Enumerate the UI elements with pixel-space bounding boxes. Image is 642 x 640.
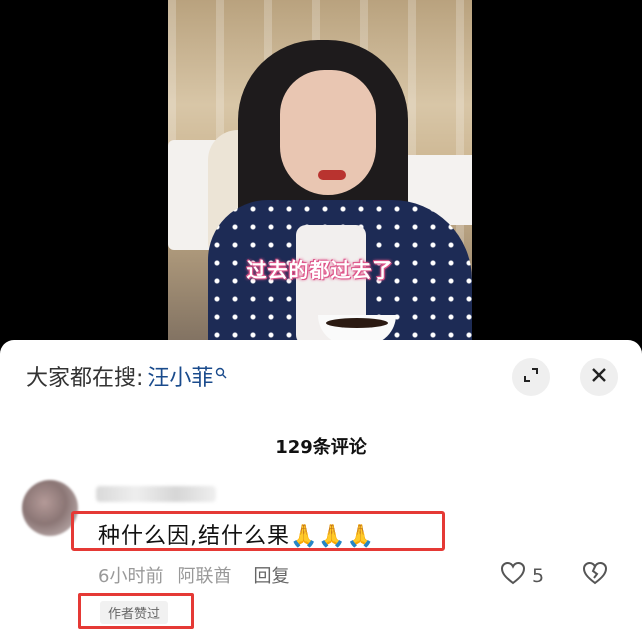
- heart-icon: [500, 561, 526, 590]
- avatar[interactable]: [22, 480, 78, 536]
- comment-time: 6小时前: [98, 566, 164, 587]
- close-icon: [590, 366, 608, 388]
- search-suggestion[interactable]: 大家都在搜: 汪小菲: [26, 360, 227, 392]
- video-frame: 过去的都过去了: [168, 0, 472, 350]
- person-lips: [318, 170, 346, 180]
- author-liked-badge: 作者赞过: [100, 601, 169, 624]
- like-count: 5: [532, 564, 545, 587]
- comment-text: 种什么因,结什么果🙏🙏🙏: [98, 524, 376, 549]
- video-player[interactable]: 过去的都过去了: [0, 0, 642, 350]
- search-icon: [215, 360, 227, 385]
- search-term-link[interactable]: 汪小菲: [147, 360, 213, 392]
- broken-heart-icon: [582, 561, 608, 589]
- comment-location: 阿联酋: [177, 566, 232, 587]
- comments-panel: 大家都在搜: 汪小菲 129条评论 种什么因,结什么果🙏🙏🙏 6小时前 阿联酋 …: [0, 340, 642, 640]
- expand-icon: [521, 365, 541, 389]
- dislike-button[interactable]: [582, 561, 608, 589]
- comment-count: 129条评论: [275, 437, 367, 458]
- search-prefix: 大家都在搜:: [26, 366, 144, 391]
- coffee: [326, 318, 388, 328]
- comment-meta: 6小时前 阿联酋 回复: [98, 562, 289, 588]
- like-button[interactable]: 5: [500, 561, 544, 590]
- video-subtitle: 过去的都过去了: [246, 258, 394, 282]
- close-button[interactable]: [580, 358, 618, 396]
- reply-button[interactable]: 回复: [253, 562, 289, 588]
- username-blurred: [96, 486, 216, 502]
- expand-button[interactable]: [512, 358, 550, 396]
